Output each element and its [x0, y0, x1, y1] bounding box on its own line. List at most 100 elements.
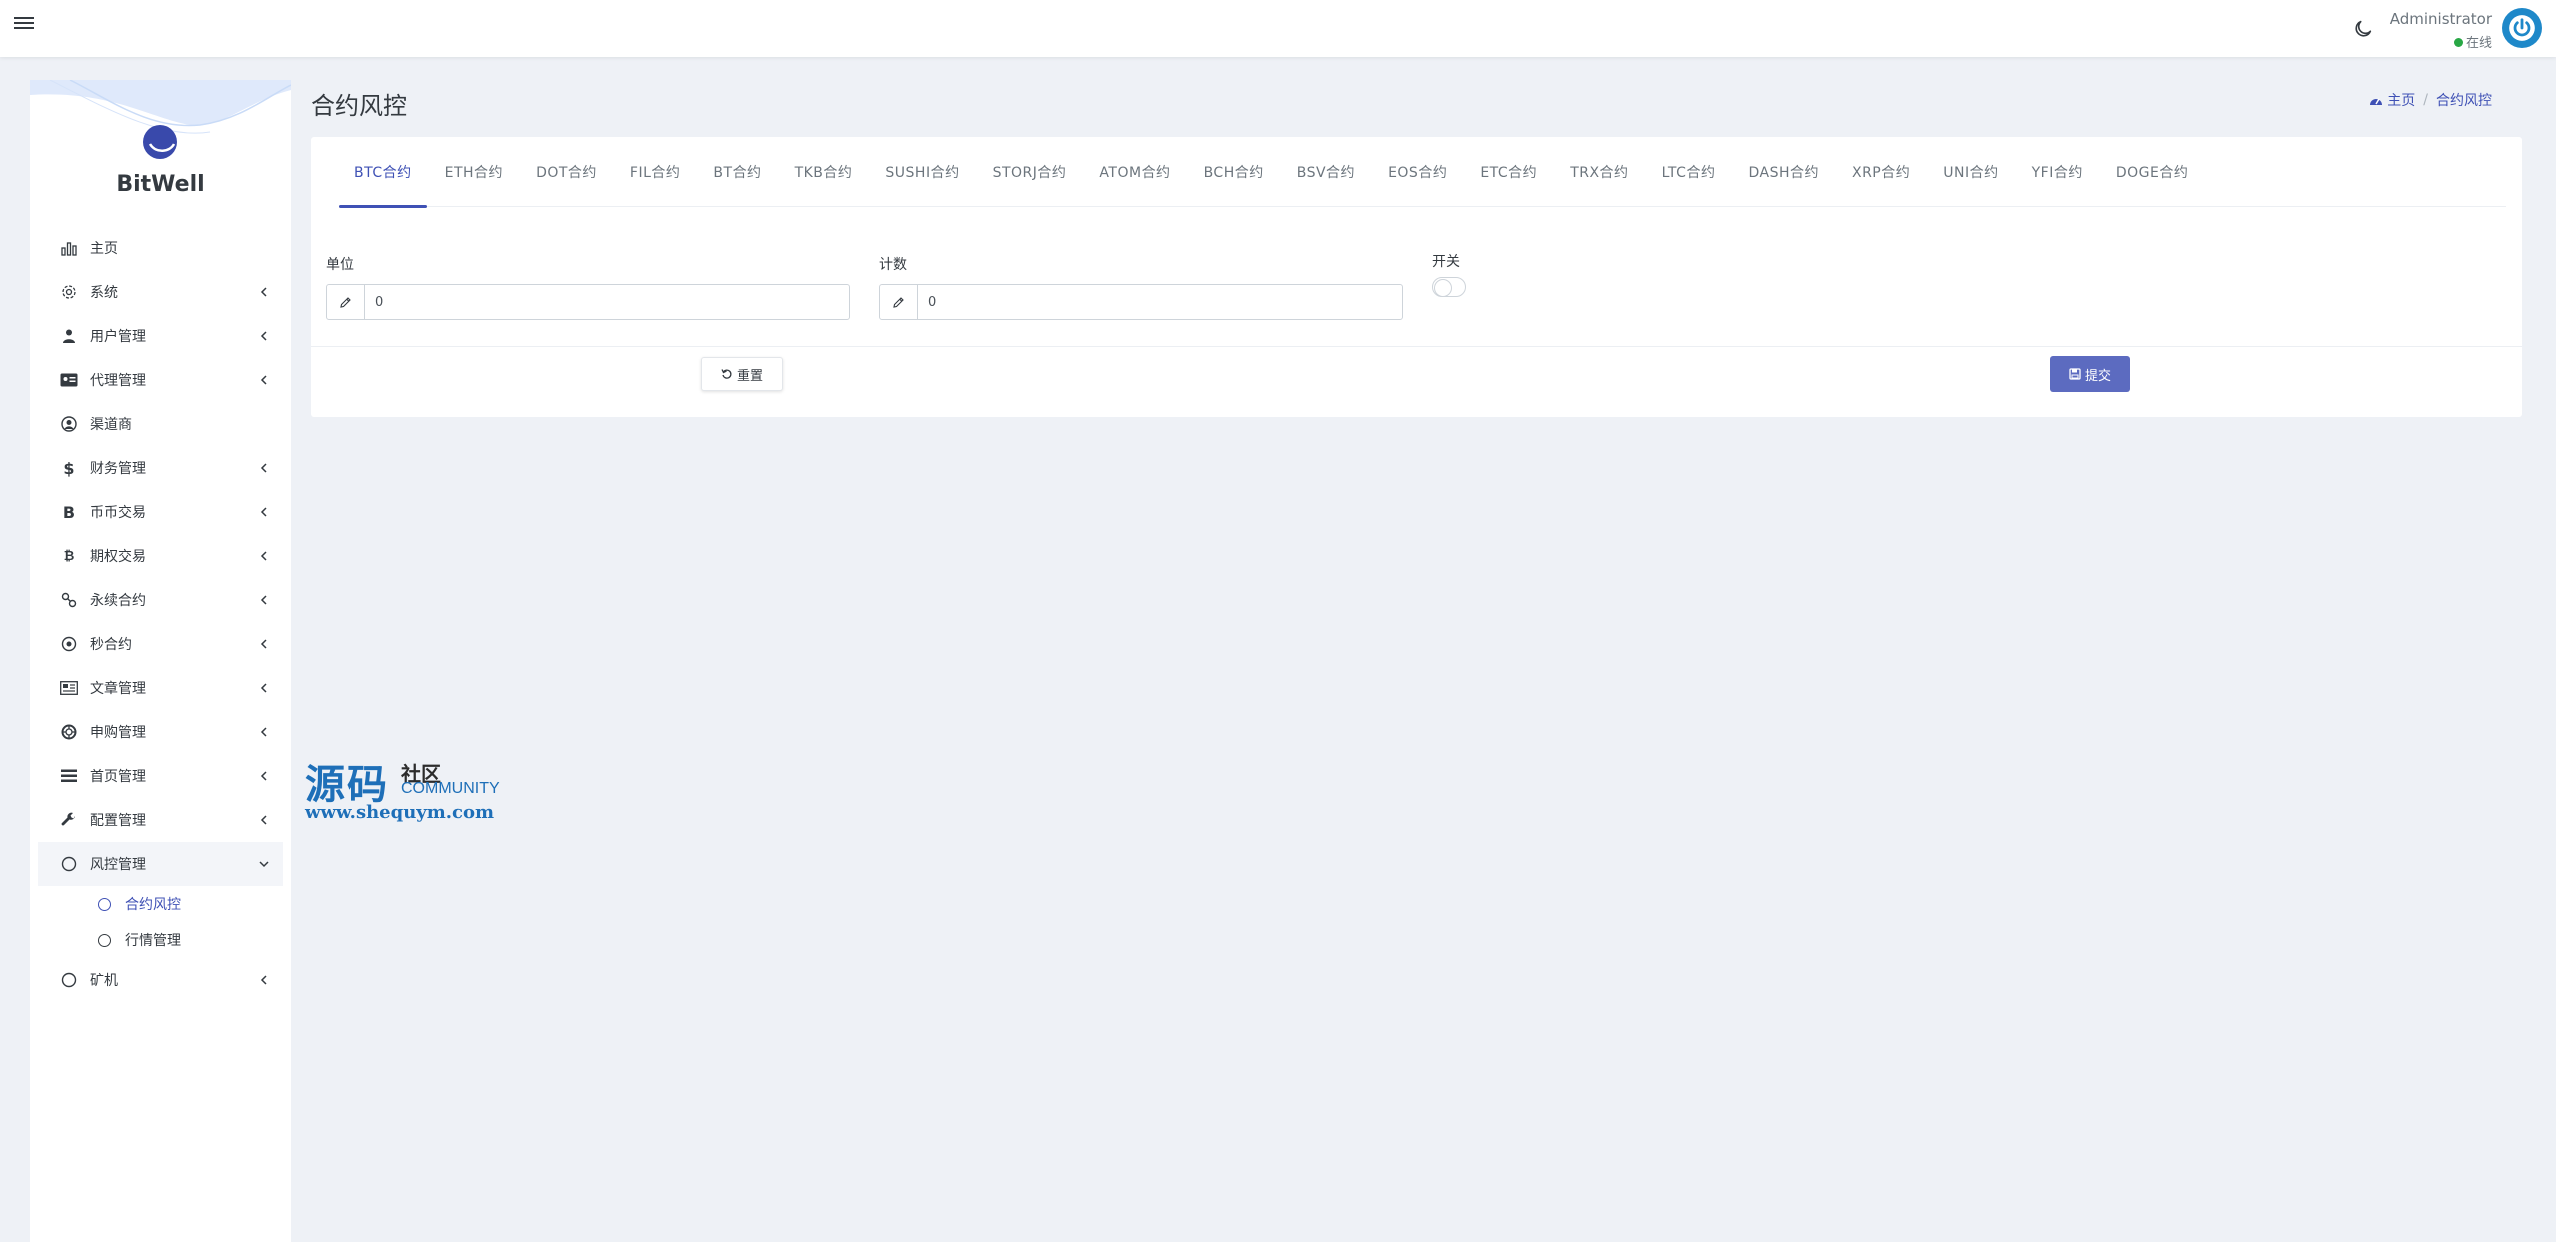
sidebar-item-articles[interactable]: 文章管理 — [38, 666, 283, 710]
enable-switch[interactable] — [1432, 277, 1466, 297]
sidebar-item-users[interactable]: 用户管理 — [38, 314, 283, 358]
chevron-left-icon — [260, 683, 267, 693]
circle-icon — [98, 897, 111, 911]
tab-bch[interactable]: BCH合约 — [1189, 137, 1279, 207]
tab-xrp[interactable]: XRP合约 — [1837, 137, 1925, 207]
tab-atom[interactable]: ATOM合约 — [1084, 137, 1185, 207]
watermark-community-text: COMMUNITY — [401, 780, 500, 797]
user-circle-icon — [60, 415, 78, 433]
unit-field-group: 单位 — [326, 254, 850, 320]
hamburger-menu-icon[interactable] — [14, 14, 34, 34]
count-input-group — [879, 284, 1403, 320]
undo-icon — [721, 369, 732, 379]
breadcrumb-separator: / — [2423, 92, 2428, 108]
dot-circle-icon — [60, 635, 78, 653]
user-info[interactable]: Administrator 在线 — [2390, 10, 2492, 51]
sidebar-item-agents[interactable]: 代理管理 — [38, 358, 283, 402]
sidebar-item-spot-trading[interactable]: B 币币交易 — [38, 490, 283, 534]
tab-etc[interactable]: ETC合约 — [1465, 137, 1552, 207]
sidebar-item-label: 币币交易 — [90, 505, 146, 521]
sidebar-item-label: 期权交易 — [90, 549, 146, 565]
tab-tkb[interactable]: TKB合约 — [780, 137, 868, 207]
sidebar-item-subscription[interactable]: 申购管理 — [38, 710, 283, 754]
sidebar-item-label: 文章管理 — [90, 681, 146, 697]
sidebar-item-label: 代理管理 — [90, 373, 146, 389]
count-input[interactable] — [918, 285, 1402, 319]
unit-input[interactable] — [365, 285, 849, 319]
top-header: Administrator 在线 — [0, 0, 2556, 57]
sidebar-item-label: 用户管理 — [90, 329, 146, 345]
list-icon — [60, 767, 78, 785]
power-icon — [2509, 15, 2535, 41]
user-name: Administrator — [2389, 10, 2492, 28]
switch-field-group: 开关 — [1432, 251, 1466, 297]
sidebar-subitem-contract-risk[interactable]: 合约风控 — [38, 886, 283, 922]
breadcrumb-current: 合约风控 — [2436, 93, 2492, 109]
user-status: 在线 — [2390, 32, 2492, 51]
life-ring-icon — [60, 723, 78, 741]
moon-icon[interactable] — [2352, 18, 2374, 40]
chevron-left-icon — [260, 463, 267, 473]
sidebar-item-channels[interactable]: 渠道商 — [38, 402, 283, 446]
online-dot-icon — [2453, 38, 2463, 47]
avatar[interactable] — [2502, 8, 2542, 48]
bitcoin-small-icon: ₿ — [63, 549, 75, 564]
tab-dot[interactable]: DOT合约 — [521, 137, 612, 207]
sidebar-item-second-contract[interactable]: 秒合约 — [38, 622, 283, 666]
id-card-icon — [60, 371, 78, 389]
bar-chart-icon — [60, 239, 78, 257]
watermark-logo: 源码 社区 COMMUNITY www.shequym.com — [305, 752, 505, 823]
save-icon — [2069, 368, 2081, 380]
tab-eos[interactable]: EOS合约 — [1373, 137, 1462, 207]
tab-sushi[interactable]: SUSHI合约 — [870, 137, 974, 207]
sidebar-item-mining[interactable]: 矿机 — [38, 958, 283, 1002]
tab-bt[interactable]: BT合约 — [698, 137, 776, 207]
count-label: 计数 — [879, 257, 907, 273]
sidebar-subitem-market-management[interactable]: 行情管理 — [38, 922, 283, 958]
count-field-group: 计数 — [879, 254, 1403, 320]
bitcoin-icon: B — [62, 502, 76, 522]
sidebar-item-home[interactable]: 主页 — [38, 226, 283, 270]
tab-yfi[interactable]: YFI合约 — [2017, 137, 2098, 207]
sidebar-item-risk-control[interactable]: 风控管理 — [38, 842, 283, 886]
sidebar: BitWell 主页 系统 用户管理 代理管理 渠道商 $ 财务管理 B 币币交… — [30, 80, 291, 1242]
tab-dash[interactable]: DASH合约 — [1733, 137, 1834, 207]
brand-logo-icon — [143, 125, 177, 159]
switch-label: 开关 — [1432, 254, 1460, 270]
tab-doge[interactable]: DOGE合约 — [2101, 137, 2204, 207]
pencil-icon — [327, 285, 365, 319]
chevron-left-icon — [260, 551, 267, 561]
card-divider — [311, 346, 2522, 347]
tab-btc[interactable]: BTC合约 — [339, 137, 427, 208]
breadcrumb-home-link[interactable]: 主页 — [2369, 90, 2415, 110]
circle-icon — [60, 971, 78, 989]
chevron-left-icon — [260, 639, 267, 649]
tab-eth[interactable]: ETH合约 — [430, 137, 518, 207]
sidebar-item-label: 配置管理 — [90, 813, 146, 829]
tab-fil[interactable]: FIL合约 — [615, 137, 695, 207]
sidebar-item-label: 永续合约 — [90, 593, 146, 609]
reset-button[interactable]: 重置 — [701, 357, 783, 391]
sidebar-item-perpetual-contract[interactable]: 永续合约 — [38, 578, 283, 622]
sidebar-item-label: 矿机 — [90, 973, 118, 989]
sidebar-item-config[interactable]: 配置管理 — [38, 798, 283, 842]
tab-bsv[interactable]: BSV合约 — [1282, 137, 1370, 207]
pencil-icon — [880, 285, 918, 319]
sidebar-item-finance[interactable]: $ 财务管理 — [38, 446, 283, 490]
submit-button[interactable]: 提交 — [2050, 356, 2130, 392]
tab-ltc[interactable]: LTC合约 — [1647, 137, 1731, 207]
sidebar-item-options-trading[interactable]: ₿ 期权交易 — [38, 534, 283, 578]
sidebar-item-homepage-management[interactable]: 首页管理 — [38, 754, 283, 798]
chevron-left-icon — [260, 595, 267, 605]
chevron-left-icon — [260, 331, 267, 341]
tab-storj[interactable]: STORJ合约 — [978, 137, 1082, 207]
sidebar-item-system[interactable]: 系统 — [38, 270, 283, 314]
tab-uni[interactable]: UNI合约 — [1928, 137, 2013, 207]
tab-trx[interactable]: TRX合约 — [1555, 137, 1643, 207]
brand-name: BitWell — [116, 172, 205, 197]
wrench-icon — [60, 811, 78, 829]
sidebar-item-label: 首页管理 — [90, 769, 146, 785]
dollar-icon: $ — [63, 458, 75, 478]
sidebar-item-label: 主页 — [90, 241, 118, 257]
users-icon — [60, 327, 78, 345]
